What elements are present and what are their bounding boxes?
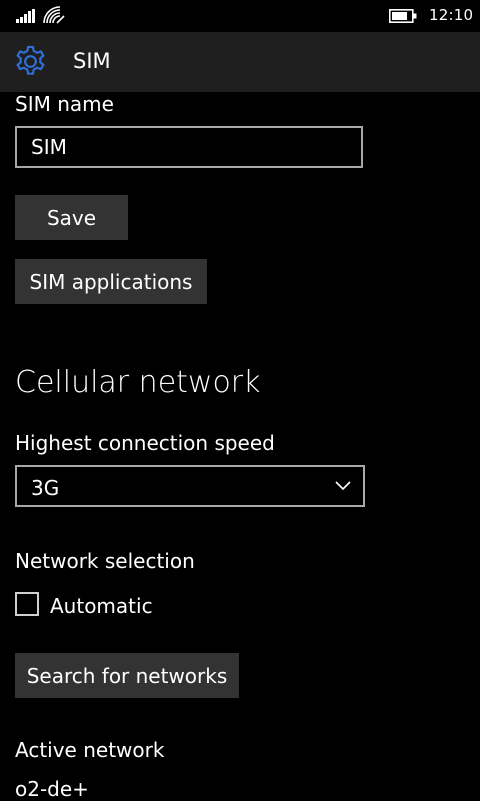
wifi-icon [43,6,65,24]
save-button[interactable]: Save [15,195,128,240]
automatic-checkbox[interactable] [15,592,39,616]
page-title: SIM [73,49,111,73]
active-network-value: o2-de+ [15,777,89,801]
network-selection-label: Network selection [15,549,195,573]
section-title-cellular: Cellular network [15,365,261,400]
gear-icon [16,45,45,75]
sim-name-field[interactable] [17,128,361,166]
battery-icon [389,9,417,23]
clock-time: 12:10 [429,6,474,24]
signal-bars-icon [16,9,35,23]
sim-name-field-container[interactable] [15,126,363,168]
sim-applications-button[interactable]: SIM applications [15,259,207,304]
status-bar: 12:10 [0,0,480,32]
page-header: SIM [0,32,480,92]
speed-dropdown[interactable]: 3G [15,465,365,507]
speed-dropdown-value: 3G [31,476,60,500]
chevron-down-icon [335,481,351,491]
automatic-checkbox-label[interactable]: Automatic [50,594,153,618]
active-network-label: Active network [15,738,165,762]
speed-label: Highest connection speed [15,431,275,455]
search-networks-button[interactable]: Search for networks [15,653,239,698]
sim-name-label: SIM name [15,92,114,116]
